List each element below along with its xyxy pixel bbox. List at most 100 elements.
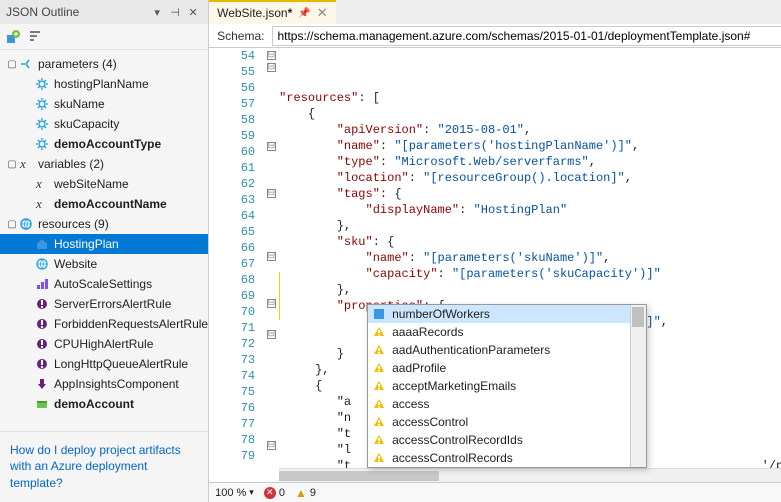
tree-item-resource[interactable]: ▸demoAccount [0, 394, 208, 414]
schema-input[interactable] [272, 26, 781, 46]
window-position-icon[interactable]: ▾ [148, 6, 166, 19]
property-icon [372, 307, 386, 321]
tree-label: demoAccountName [54, 197, 167, 211]
intellisense-label: aaaaRecords [392, 325, 463, 339]
tree-item-param[interactable]: ▸demoAccountType [0, 134, 208, 154]
warning-icon [372, 361, 386, 375]
intellisense-label: aadProfile [392, 361, 446, 375]
close-icon[interactable]: ✕ [184, 6, 202, 19]
tree-item-param[interactable]: ▸skuCapacity [0, 114, 208, 134]
pin-icon[interactable]: 📌 [298, 8, 310, 19]
intellisense-item[interactable]: aadAuthenticationParameters [368, 341, 646, 359]
intellisense-label: accessControlRecords [392, 451, 513, 465]
tree-label: resources (9) [38, 217, 109, 231]
fold-gutter[interactable]: ⊟⊟⊟⊟⊟⊟⊟⊟ [263, 48, 279, 482]
intellisense-item[interactable]: aaaaRecords [368, 323, 646, 341]
svg-text:x: x [19, 157, 26, 171]
tree-label: webSiteName [54, 177, 129, 191]
tree-label: CPUHighAlertRule [54, 337, 153, 351]
outline-tree[interactable]: ▢ parameters (4) ▸hostingPlanName▸skuNam… [0, 50, 208, 431]
json-outline-panel: JSON Outline ▾ ⊣ ✕ ▢ parameters (4) ▸hos… [0, 0, 209, 502]
tree-item-param[interactable]: ▸skuName [0, 94, 208, 114]
parameters-icon [18, 56, 34, 72]
intellisense-scrollbar[interactable] [630, 305, 646, 467]
tree-item-resource[interactable]: ▸ServerErrorsAlertRule [0, 294, 208, 314]
tree-item-resource[interactable]: ▸AutoScaleSettings [0, 274, 208, 294]
intellisense-label: acceptMarketingEmails [392, 379, 516, 393]
tab-label: WebSite.json* [217, 6, 292, 20]
svg-text:x: x [35, 177, 42, 191]
intellisense-label: accessControlRecordIds [392, 433, 523, 447]
horizontal-scrollbar[interactable] [279, 468, 781, 482]
tree-item-resource[interactable]: ▸CPUHighAlertRule [0, 334, 208, 354]
intellisense-label: numberOfWorkers [392, 307, 490, 321]
code-editor[interactable]: 5455565758596061626364656667686970717273… [209, 48, 781, 482]
gear-icon [34, 96, 50, 112]
tree-node-resources[interactable]: ▢ resources (9) [0, 214, 208, 234]
collapse-icon[interactable]: ▢ [6, 219, 18, 230]
scrollbar-thumb[interactable] [279, 471, 439, 481]
collapse-icon[interactable]: ▢ [6, 59, 18, 70]
intellisense-item[interactable]: accessControlRecordIds [368, 431, 646, 449]
sort-icon[interactable] [26, 28, 44, 46]
pin-icon[interactable]: ⊣ [166, 6, 184, 19]
tree-item-resource[interactable]: ▸ForbiddenRequestsAlertRule [0, 314, 208, 334]
warning-icon [372, 433, 386, 447]
gear-icon [34, 136, 50, 152]
tree-item-resource[interactable]: ▸Website [0, 254, 208, 274]
tree-item-var[interactable]: ▸xwebSiteName [0, 174, 208, 194]
resource-icon [34, 296, 50, 312]
warning-icon [372, 451, 386, 465]
tree-label: AutoScaleSettings [54, 277, 152, 291]
tree-label: hostingPlanName [54, 77, 149, 91]
resource-icon [34, 336, 50, 352]
panel-header: JSON Outline ▾ ⊣ ✕ [0, 0, 208, 24]
tree-item-resource[interactable]: ▸HostingPlan [0, 234, 208, 254]
resource-icon [34, 396, 50, 412]
resource-icon [34, 316, 50, 332]
tree-node-parameters[interactable]: ▢ parameters (4) [0, 54, 208, 74]
warning-icon [372, 397, 386, 411]
schema-bar: Schema: ▾ [209, 24, 781, 48]
tree-node-variables[interactable]: ▢ x variables (2) [0, 154, 208, 174]
tree-label: skuName [54, 97, 105, 111]
tree-label: Website [54, 257, 97, 271]
tree-item-resource[interactable]: ▸AppInsightsComponent [0, 374, 208, 394]
resource-icon [34, 356, 50, 372]
intellisense-popup[interactable]: numberOfWorkers aaaaRecords aadAuthenticat… [367, 304, 647, 468]
intellisense-item[interactable]: aadProfile [368, 359, 646, 377]
intellisense-label: access [392, 397, 429, 411]
resource-icon [34, 256, 50, 272]
zoom-level[interactable]: 100 % ▾ [215, 487, 254, 499]
tree-item-param[interactable]: ▸hostingPlanName [0, 74, 208, 94]
svg-text:x: x [35, 197, 42, 211]
close-icon[interactable]: ✕ [317, 5, 328, 21]
tree-label: LongHttpQueueAlertRule [54, 357, 188, 371]
variables-icon: x [18, 156, 34, 172]
tree-item-resource[interactable]: ▸LongHttpQueueAlertRule [0, 354, 208, 374]
intellisense-item[interactable]: numberOfWorkers [368, 305, 646, 323]
intellisense-label: accessControl [392, 415, 468, 429]
intellisense-item[interactable]: accessControl [368, 413, 646, 431]
tab-bar: WebSite.json* 📌 ✕ [209, 0, 781, 24]
tab-website-json[interactable]: WebSite.json* 📌 ✕ [209, 0, 336, 24]
tree-label: ForbiddenRequestsAlertRule [54, 317, 208, 331]
tree-label: parameters (4) [38, 57, 117, 71]
intellisense-item[interactable]: access [368, 395, 646, 413]
tree-label: demoAccountType [54, 137, 161, 151]
tree-label: demoAccount [54, 397, 134, 411]
intellisense-item[interactable]: accessControlRecords [368, 449, 646, 467]
schema-label: Schema: [209, 29, 272, 43]
scrollbar-thumb[interactable] [632, 307, 644, 327]
outline-toolbar [0, 24, 208, 50]
intellisense-item[interactable]: acceptMarketingEmails [368, 377, 646, 395]
collapse-icon[interactable]: ▢ [6, 159, 18, 170]
tree-label: variables (2) [38, 157, 104, 171]
warning-count[interactable]: ▲9 [295, 486, 316, 500]
gear-icon [34, 116, 50, 132]
tree-item-var[interactable]: ▸xdemoAccountName [0, 194, 208, 214]
error-count[interactable]: ✕0 [264, 487, 285, 499]
help-link[interactable]: How do I deploy project artifacts with a… [0, 431, 208, 502]
line-number-gutter: 5455565758596061626364656667686970717273… [209, 48, 263, 482]
add-resource-icon[interactable] [4, 28, 22, 46]
